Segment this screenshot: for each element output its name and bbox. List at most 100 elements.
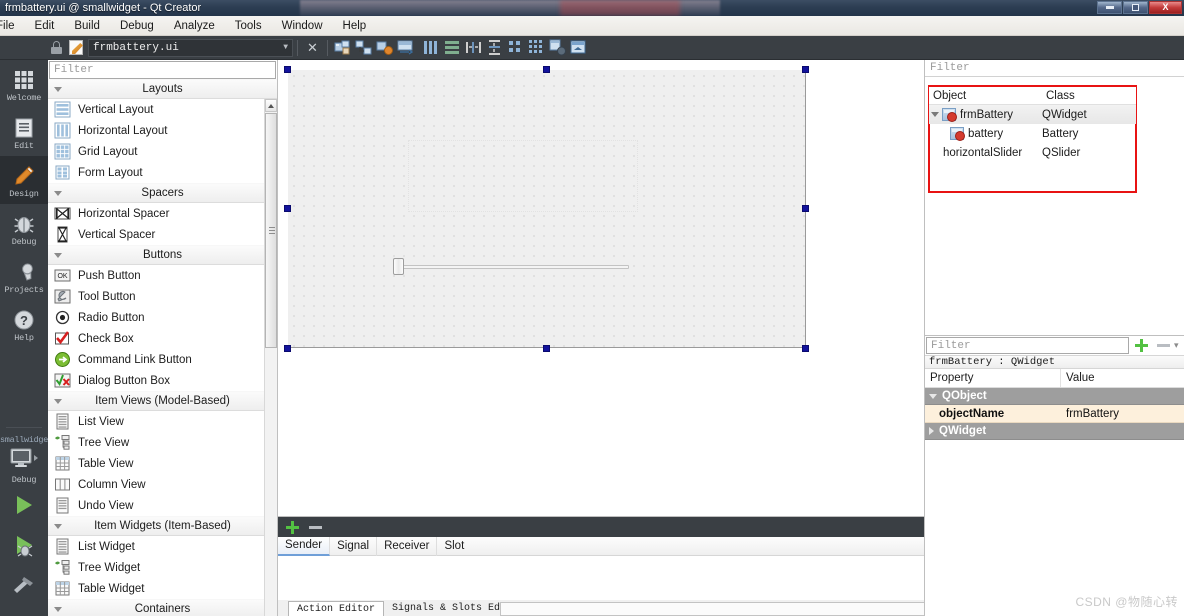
property-group-qwidget[interactable]: QWidget — [925, 423, 1184, 440]
menu-tools[interactable]: Tools — [225, 18, 272, 34]
menu-help[interactable]: Help — [333, 18, 377, 34]
build-button[interactable] — [0, 565, 48, 605]
property-filter-input[interactable]: Filter — [926, 337, 1129, 354]
object-inspector-tree[interactable]: Object Class frmBattery QWidget battery … — [929, 87, 1136, 162]
widget-category-layouts[interactable]: Layouts — [48, 79, 277, 99]
resize-handle-bottom-center[interactable] — [543, 345, 550, 352]
layout-form-icon[interactable] — [507, 39, 524, 56]
column-header-class[interactable]: Class — [1042, 87, 1075, 104]
plus-icon[interactable] — [286, 520, 299, 534]
run-button[interactable] — [0, 485, 48, 525]
menu-analyze[interactable]: Analyze — [164, 18, 225, 34]
edit-buddies-icon[interactable] — [376, 39, 393, 56]
object-row-horizontalslider[interactable]: horizontalSlider QSlider — [929, 143, 1136, 162]
resize-handle-top-right[interactable] — [802, 66, 809, 73]
widget-item-horizontal-spacer[interactable]: Horizontal Spacer — [48, 203, 277, 224]
resize-handle-bottom-right[interactable] — [802, 345, 809, 352]
sidebar-item-help[interactable]: ? Help — [0, 300, 48, 348]
edit-signals-slots-icon[interactable] — [355, 39, 372, 56]
edit-widgets-icon[interactable] — [334, 39, 351, 56]
layout-vertically-icon[interactable] — [444, 39, 461, 56]
widget-item-vertical-spacer[interactable]: Vertical Spacer — [48, 224, 277, 245]
widget-category-item-widgets[interactable]: Item Widgets (Item-Based) — [48, 516, 277, 536]
layout-grid-icon[interactable] — [528, 39, 545, 56]
restore-button[interactable] — [1123, 1, 1148, 14]
widget-item-undo-view[interactable]: Undo View — [48, 495, 277, 516]
debug-button[interactable] — [0, 525, 48, 565]
widget-item-list-widget[interactable]: List Widget — [48, 536, 277, 557]
menu-window[interactable]: Window — [272, 18, 333, 34]
kit-selector[interactable]: Debug — [0, 445, 48, 485]
add-property-button[interactable] — [1130, 339, 1152, 352]
column-header-slot[interactable]: Slot — [437, 537, 471, 556]
minus-icon[interactable] — [309, 521, 322, 534]
menu-file[interactable]: File — [0, 18, 25, 34]
widget-item-dialog-button-box[interactable]: Dialog Button Box — [48, 370, 277, 391]
sidebar-item-edit[interactable]: Edit — [0, 108, 48, 156]
property-group-qobject[interactable]: QObject — [925, 388, 1184, 405]
resize-handle-top-left[interactable] — [284, 66, 291, 73]
widget-item-radio-button[interactable]: Radio Button — [48, 307, 277, 328]
tab-action-editor[interactable]: Action Editor — [288, 601, 385, 616]
configure-icon[interactable]: ▾ — [1174, 340, 1184, 351]
form-editor-canvas[interactable] — [278, 60, 925, 516]
widget-item-push-button[interactable]: OK Push Button — [48, 265, 277, 286]
menu-edit[interactable]: Edit — [25, 18, 65, 34]
widget-box-filter-input[interactable]: Filter — [49, 61, 276, 79]
break-layout-icon[interactable] — [549, 39, 566, 56]
resize-handle-middle-left[interactable] — [284, 205, 291, 212]
widget-item-form-layout[interactable]: Form Layout — [48, 162, 277, 183]
widget-item-tree-widget[interactable]: Tree Widget — [48, 557, 277, 578]
widget-category-spacers[interactable]: Spacers — [48, 183, 277, 203]
property-value[interactable]: frmBattery — [1061, 408, 1119, 420]
sidebar-item-welcome[interactable]: Welcome — [0, 60, 48, 108]
menu-build[interactable]: Build — [64, 18, 110, 34]
open-document-selector[interactable]: frmbattery.ui ▼ — [88, 38, 293, 57]
widget-category-buttons[interactable]: Buttons — [48, 245, 277, 265]
layout-vertical-splitter-icon[interactable] — [486, 39, 503, 56]
chevron-down-icon[interactable] — [931, 112, 939, 117]
resize-handle-top-center[interactable] — [543, 66, 550, 73]
column-header-sender[interactable]: Sender — [278, 536, 331, 556]
widget-item-horizontal-layout[interactable]: Horizontal Layout — [48, 120, 277, 141]
minimize-button[interactable] — [1097, 1, 1122, 14]
form-frame[interactable] — [284, 66, 809, 352]
widget-item-tree-view[interactable]: Tree View — [48, 432, 277, 453]
widget-box-list[interactable]: Layouts Vertical Layout Horizontal Layou… — [48, 79, 277, 616]
scrollbar-thumb[interactable] — [265, 113, 277, 348]
edit-tab-order-icon[interactable] — [397, 39, 414, 56]
remove-property-button[interactable] — [1152, 339, 1174, 352]
widget-item-table-view[interactable]: Table View — [48, 453, 277, 474]
signal-slot-rows[interactable] — [278, 556, 924, 601]
sidebar-item-projects[interactable]: Projects — [0, 252, 48, 300]
close-document-button[interactable]: ✕ — [302, 40, 323, 56]
sidebar-item-debug[interactable]: Debug — [0, 204, 48, 252]
widget-item-command-link-button[interactable]: Command Link Button — [48, 349, 277, 370]
column-header-signal[interactable]: Signal — [330, 536, 378, 556]
bottom-status-field[interactable] — [500, 602, 925, 616]
layout-horizontal-splitter-icon[interactable] — [465, 39, 482, 56]
close-button[interactable]: X — [1149, 1, 1182, 14]
unlock-icon[interactable] — [50, 40, 64, 55]
slider-handle[interactable] — [393, 258, 404, 275]
chevron-down-icon[interactable]: ▼ — [283, 43, 288, 52]
column-header-receiver[interactable]: Receiver — [377, 536, 438, 556]
property-row-objectname[interactable]: objectName frmBattery — [925, 405, 1184, 423]
widget-category-item-views[interactable]: Item Views (Model-Based) — [48, 391, 277, 411]
layout-horizontally-icon[interactable] — [423, 39, 440, 56]
column-header-property[interactable]: Property — [925, 369, 1061, 387]
tab-signals-slots-editor[interactable]: Signals & Slots Ed — [384, 601, 508, 616]
menu-debug[interactable]: Debug — [110, 18, 164, 34]
column-header-object[interactable]: Object — [929, 87, 1042, 104]
object-inspector-filter-input[interactable]: Filter — [925, 60, 1184, 77]
object-row-battery[interactable]: battery Battery — [929, 124, 1136, 143]
widget-item-column-view[interactable]: Column View — [48, 474, 277, 495]
widget-box-scrollbar[interactable] — [264, 99, 277, 616]
preview-icon[interactable] — [570, 39, 587, 56]
widget-item-table-widget[interactable]: Table Widget — [48, 578, 277, 599]
object-row-frmbattery[interactable]: frmBattery QWidget — [929, 105, 1136, 124]
widget-item-tool-button[interactable]: Tool Button — [48, 286, 277, 307]
form-surface[interactable] — [288, 70, 806, 348]
sidebar-item-design[interactable]: Design — [0, 156, 48, 204]
scroll-up-button[interactable] — [265, 99, 277, 112]
